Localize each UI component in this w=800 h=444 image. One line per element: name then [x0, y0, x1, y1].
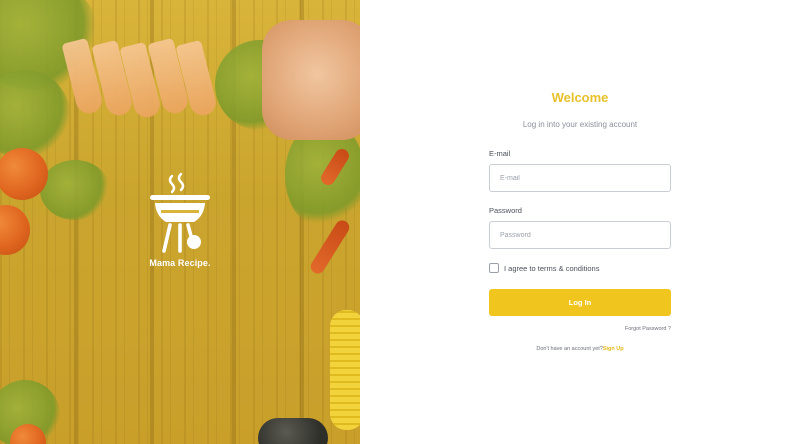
email-label: E-mail: [489, 149, 511, 158]
grill-icon: [150, 172, 210, 253]
brand-logo: Mama Recipe.: [140, 172, 220, 268]
signup-link[interactable]: Sign Up: [603, 346, 624, 352]
eggplant-decoration: [258, 418, 328, 444]
signup-row: Don't have an account yet?Sign Up: [489, 346, 671, 352]
email-input[interactable]: [489, 164, 671, 192]
tomato-decoration: [0, 205, 30, 255]
forgot-password-link[interactable]: Forgot Password ?: [489, 326, 671, 332]
page-title: Welcome: [551, 90, 609, 105]
terms-label: I agree to terms & conditions: [504, 263, 600, 273]
corn-decoration: [330, 310, 360, 430]
login-button[interactable]: Log In: [489, 289, 671, 316]
terms-agreement[interactable]: I agree to terms & conditions: [489, 263, 671, 273]
brand-name: Mama Recipe.: [149, 258, 211, 268]
meat-decoration: [262, 20, 360, 140]
signup-prompt: Don't have an account yet?: [536, 346, 603, 352]
login-page: Mama Recipe. Welcome Log in into your ex…: [0, 0, 800, 444]
login-form: Welcome Log in into your existing accoun…: [489, 90, 671, 352]
login-panel: Welcome Log in into your existing accoun…: [360, 0, 800, 444]
password-label: Password: [489, 206, 522, 215]
hero-image: Mama Recipe.: [0, 0, 360, 444]
password-input[interactable]: [489, 221, 671, 249]
terms-checkbox[interactable]: [489, 263, 499, 273]
herb-decoration: [40, 160, 110, 220]
page-subtitle: Log in into your existing account: [522, 120, 638, 129]
